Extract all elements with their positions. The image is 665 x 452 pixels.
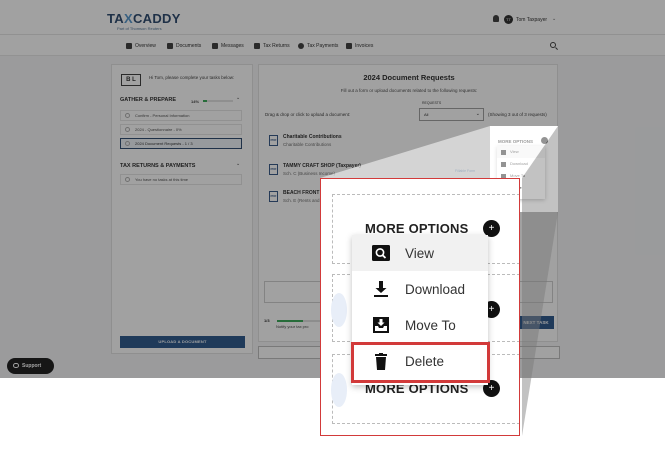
menu-item-move-to[interactable]: Move To [352,307,488,343]
zoom-callout: MORE OPTIONS + + MORE OPTIONS + View Dow… [320,178,520,436]
screenshot-stage: TAXCADDY Part of Thomson Reuters TT Tom … [0,0,665,452]
delete-highlight-box [351,342,490,383]
menu-item-label: Move To [405,318,456,333]
move-to-icon [372,317,390,333]
dropzone-illustration [331,293,347,327]
menu-item-label: View [405,246,435,261]
view-icon [372,245,390,261]
menu-item-label: Download [405,282,466,297]
more-options-label[interactable]: MORE OPTIONS [365,221,469,236]
menu-item-download[interactable]: Download [352,271,488,307]
menu-item-view[interactable]: View [352,235,488,271]
download-icon [372,281,390,297]
dropzone-illustration [331,373,347,407]
